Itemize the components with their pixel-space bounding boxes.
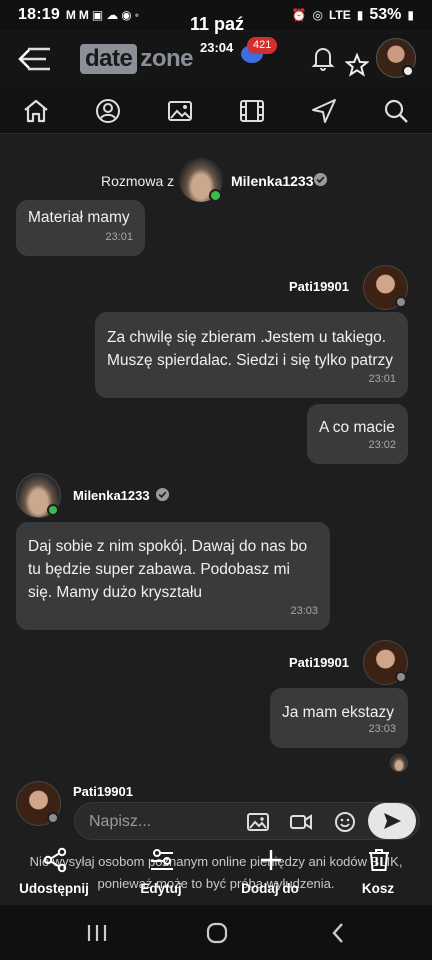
profile-icon[interactable] — [94, 98, 122, 124]
overlay-time: 23:04 — [200, 40, 234, 55]
offline-status-dot — [395, 671, 407, 683]
messages-count-badge: 421 — [247, 37, 278, 54]
partner-name[interactable]: Milenka1233 — [231, 173, 314, 189]
gmail-icon: M — [65, 8, 76, 22]
chrome-icon: ◉ — [121, 8, 132, 22]
message-bubble-received: Materiał mamy 23:01 — [16, 200, 145, 256]
emoji-icon[interactable] — [333, 811, 357, 833]
offline-status-dot — [47, 812, 59, 824]
verified-badge-icon — [313, 172, 328, 187]
send-icon — [384, 813, 401, 829]
photo-icon: ▣ — [91, 8, 104, 22]
nav-bar — [0, 88, 432, 134]
search-icon[interactable] — [382, 98, 410, 124]
message-bubble-received: Daj sobie z nim spokój. Dawaj do nas bo … — [16, 522, 330, 630]
sender-name[interactable]: Pati19901 — [289, 279, 349, 294]
datezone-logo[interactable]: date zone — [80, 44, 194, 74]
plus-icon — [261, 850, 281, 870]
back-nav-icon[interactable] — [330, 921, 346, 945]
share-label: Udostępnij — [19, 881, 89, 896]
network-label: LTE — [328, 8, 351, 22]
message-time: 23:01 — [368, 373, 396, 385]
trash-button[interactable]: Kosz — [338, 845, 418, 905]
message-time: 23:03 — [290, 605, 318, 617]
message-bubble-sent: Za chwilę się zbieram .Jestem u takiego.… — [95, 312, 408, 398]
share-icon — [43, 847, 67, 873]
read-receipt-avatar — [390, 754, 408, 772]
edit-label: Edytuj — [140, 881, 182, 896]
compose-sender-name: Pati19901 — [73, 784, 133, 799]
edit-button[interactable]: Edytuj — [121, 845, 201, 905]
battery-icon: ▮ — [407, 8, 414, 22]
message-time: 23:02 — [368, 439, 396, 451]
offline-status-dot — [395, 296, 407, 308]
navigation-arrow-icon[interactable] — [310, 98, 338, 124]
notification-icons: M M ▣ ☁ ◉ • — [66, 8, 139, 22]
status-right: ⏰ ◎ LTE ▮ 53% ▮ — [292, 6, 414, 24]
cloud-icon: ☁ — [106, 8, 119, 22]
home-button-icon[interactable] — [205, 921, 229, 945]
message-input[interactable] — [89, 810, 239, 834]
alarm-icon: ⏰ — [291, 8, 307, 22]
system-nav-bar — [0, 905, 432, 960]
action-bar: Udostępnij Edytuj Dodaj do Kosz — [0, 845, 432, 905]
bell-icon[interactable] — [311, 45, 335, 71]
gmail-icon: M — [78, 8, 89, 22]
message-time: 23:01 — [105, 231, 133, 243]
overlay-date: 11 paź — [190, 14, 245, 34]
video-icon[interactable] — [289, 811, 313, 833]
trash-icon — [369, 849, 389, 871]
edit-sliders-icon — [151, 849, 173, 870]
message-bubble-sent: A co macie 23:02 — [307, 404, 408, 464]
hotspot-icon: ◎ — [312, 8, 323, 22]
star-icon[interactable] — [345, 53, 369, 77]
verified-badge-icon — [155, 487, 170, 502]
back-arrow-icon[interactable] — [16, 43, 52, 75]
add-to-button[interactable]: Dodaj do — [230, 845, 310, 905]
message-text: Daj sobie z nim spokój. Dawaj do nas bo … — [28, 538, 308, 601]
online-status-dot — [209, 189, 222, 202]
conversation-prefix: Rozmowa z — [101, 173, 175, 189]
image-icon[interactable] — [246, 811, 270, 833]
sender-name[interactable]: Pati19901 — [289, 655, 349, 670]
message-text: Za chwilę się zbieram .Jestem u takiego.… — [107, 329, 394, 369]
logo-zone: zone — [140, 45, 194, 72]
battery-percent: 53% — [369, 6, 402, 23]
film-icon[interactable] — [238, 98, 266, 124]
online-status-dot — [47, 504, 59, 516]
sender-name[interactable]: Milenka1233 — [73, 488, 150, 503]
add-to-label: Dodaj do — [241, 881, 299, 896]
user-status-dot — [402, 65, 414, 77]
trash-label: Kosz — [361, 881, 395, 896]
conversation-header: Rozmowa z Milenka1233 — [0, 155, 432, 205]
message-bubble-sent: Ja mam ekstazy 23:03 — [270, 688, 408, 748]
message-time: 23:03 — [368, 723, 396, 735]
send-button[interactable] — [368, 803, 416, 839]
logo-date: date — [80, 44, 138, 74]
status-time: 18:19 — [18, 6, 60, 23]
gallery-icon[interactable] — [166, 98, 194, 124]
share-button[interactable]: Udostępnij — [14, 845, 94, 905]
recent-apps-icon[interactable] — [86, 923, 108, 943]
signal-icon: ▮ — [356, 8, 364, 22]
dot-icon: • — [134, 8, 139, 22]
home-icon[interactable] — [22, 98, 50, 124]
message-text: Materiał mamy — [28, 209, 130, 226]
